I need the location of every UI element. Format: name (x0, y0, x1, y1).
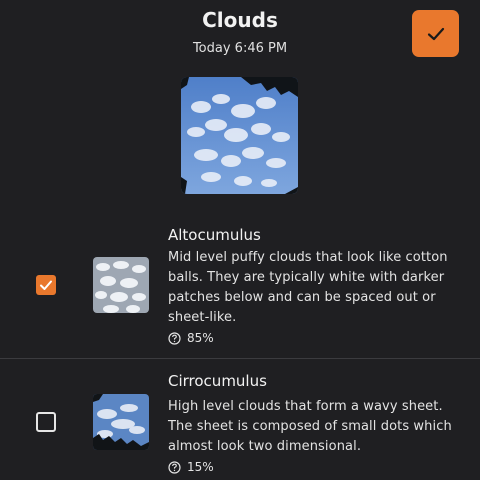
result-thumbnail (93, 394, 149, 450)
confidence-row: 15% (168, 460, 214, 474)
confidence-value: 85% (187, 331, 214, 345)
help-circle-icon (168, 331, 181, 345)
select-checkbox[interactable] (36, 412, 56, 432)
check-icon (427, 27, 444, 40)
confirm-button[interactable] (412, 10, 459, 57)
timestamp: Today 6:46 PM (192, 41, 288, 56)
divider (0, 358, 480, 359)
result-thumbnail (93, 257, 149, 313)
check-icon (40, 280, 52, 290)
confidence-value: 15% (187, 460, 214, 474)
help-circle-icon (168, 460, 181, 474)
result-description: High level clouds that form a wavy sheet… (168, 399, 452, 454)
confidence-row: 85% (168, 331, 214, 345)
result-name: Cirrocumulus (168, 372, 267, 390)
result-description: Mid level puffy clouds that look like co… (168, 250, 448, 325)
select-checkbox[interactable] (36, 275, 56, 295)
cloud-photo (181, 77, 298, 194)
page-title: Clouds (202, 8, 278, 32)
result-name: Altocumulus (168, 226, 261, 244)
